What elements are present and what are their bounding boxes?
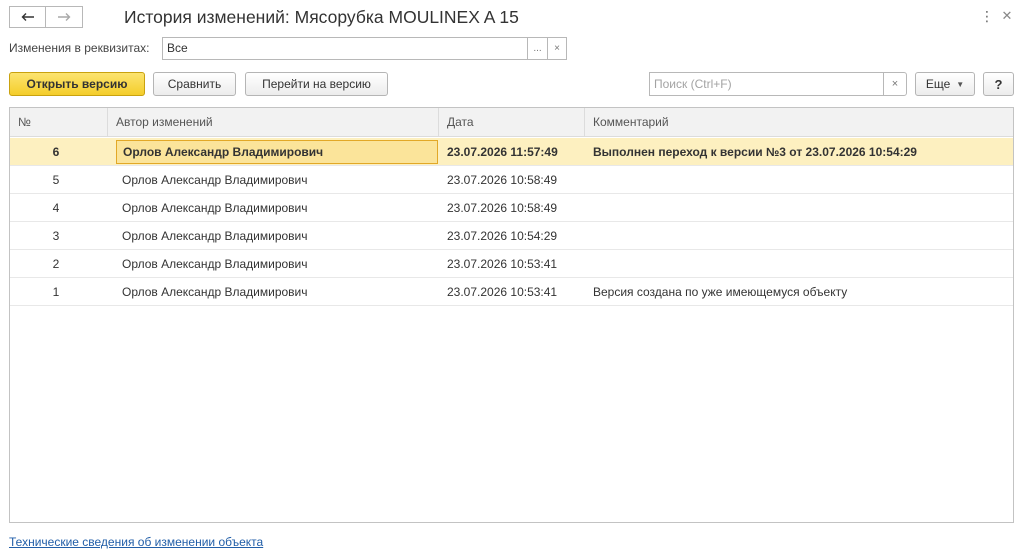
versions-table[interactable]: № Автор изменений Дата Комментарий 6 Орл… [9,107,1014,523]
row-comment [593,222,1013,250]
page-title: История изменений: Мясорубка MOULINEX A … [124,7,519,27]
table-row[interactable]: 5 Орлов Александр Владимирович 23.07.202… [10,166,1013,194]
search-clear-button[interactable]: × [883,72,907,96]
column-header-date[interactable]: Дата [439,108,585,137]
row-num: 3 [52,229,60,243]
row-author[interactable]: Орлов Александр Владимирович [116,140,438,164]
row-num: 5 [52,173,60,187]
goto-version-button[interactable]: Перейти на версию [245,72,388,96]
row-date: 23.07.2026 10:58:49 [447,201,558,215]
search-input[interactable]: Поиск (Ctrl+F) [649,72,883,96]
table-row[interactable]: 6 Орлов Александр Владимирович 23.07.202… [10,138,1013,166]
arrow-right-icon [58,13,71,21]
table-row[interactable]: 4 Орлов Александр Владимирович 23.07.202… [10,194,1013,222]
compare-button[interactable]: Сравнить [153,72,236,96]
row-comment [593,166,1013,194]
chevron-down-icon: ▼ [956,79,965,89]
row-author: Орлов Александр Владимирович [122,229,308,243]
more-label: Еще [925,77,951,91]
arrow-left-icon [21,13,34,21]
filter-attributes-input[interactable]: Все [162,37,527,60]
table-row[interactable]: 1 Орлов Александр Владимирович 23.07.202… [10,278,1013,306]
close-icon[interactable]: ✕ [1000,8,1014,24]
filter-label: Изменения в реквизитах: [9,41,150,55]
filter-clear-button[interactable]: × [547,37,567,60]
row-author: Орлов Александр Владимирович [122,173,308,187]
row-num: 6 [52,145,60,159]
row-num: 1 [52,285,60,299]
column-header-comment[interactable]: Комментарий [585,108,1013,137]
navigation-buttons [9,6,83,28]
row-comment [593,250,1013,278]
row-comment: Выполнен переход к версии №3 от 23.07.20… [593,145,917,159]
help-button[interactable]: ? [983,72,1014,96]
row-num: 2 [52,257,60,271]
row-author: Орлов Александр Владимирович [122,257,308,271]
row-comment: Версия создана по уже имеющемуся объекту [593,285,848,299]
row-comment [593,194,1013,222]
row-date: 23.07.2026 10:53:41 [447,285,558,299]
more-menu-button[interactable]: Еще ▼ [915,72,975,96]
row-date: 23.07.2026 10:54:29 [447,229,558,243]
column-header-num[interactable]: № [10,108,108,137]
column-header-author[interactable]: Автор изменений [108,108,439,137]
open-version-button[interactable]: Открыть версию [9,72,145,96]
table-row[interactable]: 2 Орлов Александр Владимирович 23.07.202… [10,250,1013,278]
forward-button[interactable] [46,6,83,28]
row-date: 23.07.2026 11:57:49 [447,145,558,159]
filter-select-button[interactable]: ... [527,37,547,60]
row-date: 23.07.2026 10:58:49 [447,173,558,187]
row-author: Орлов Александр Владимирович [122,201,308,215]
table-header: № Автор изменений Дата Комментарий [10,108,1013,137]
vertical-dots-icon[interactable]: ⋮ [980,8,994,24]
row-author: Орлов Александр Владимирович [122,285,308,299]
row-date: 23.07.2026 10:53:41 [447,257,558,271]
back-button[interactable] [9,6,46,28]
technical-details-link[interactable]: Технические сведения об изменении объект… [9,535,263,549]
row-num: 4 [52,201,60,215]
table-row[interactable]: 3 Орлов Александр Владимирович 23.07.202… [10,222,1013,250]
